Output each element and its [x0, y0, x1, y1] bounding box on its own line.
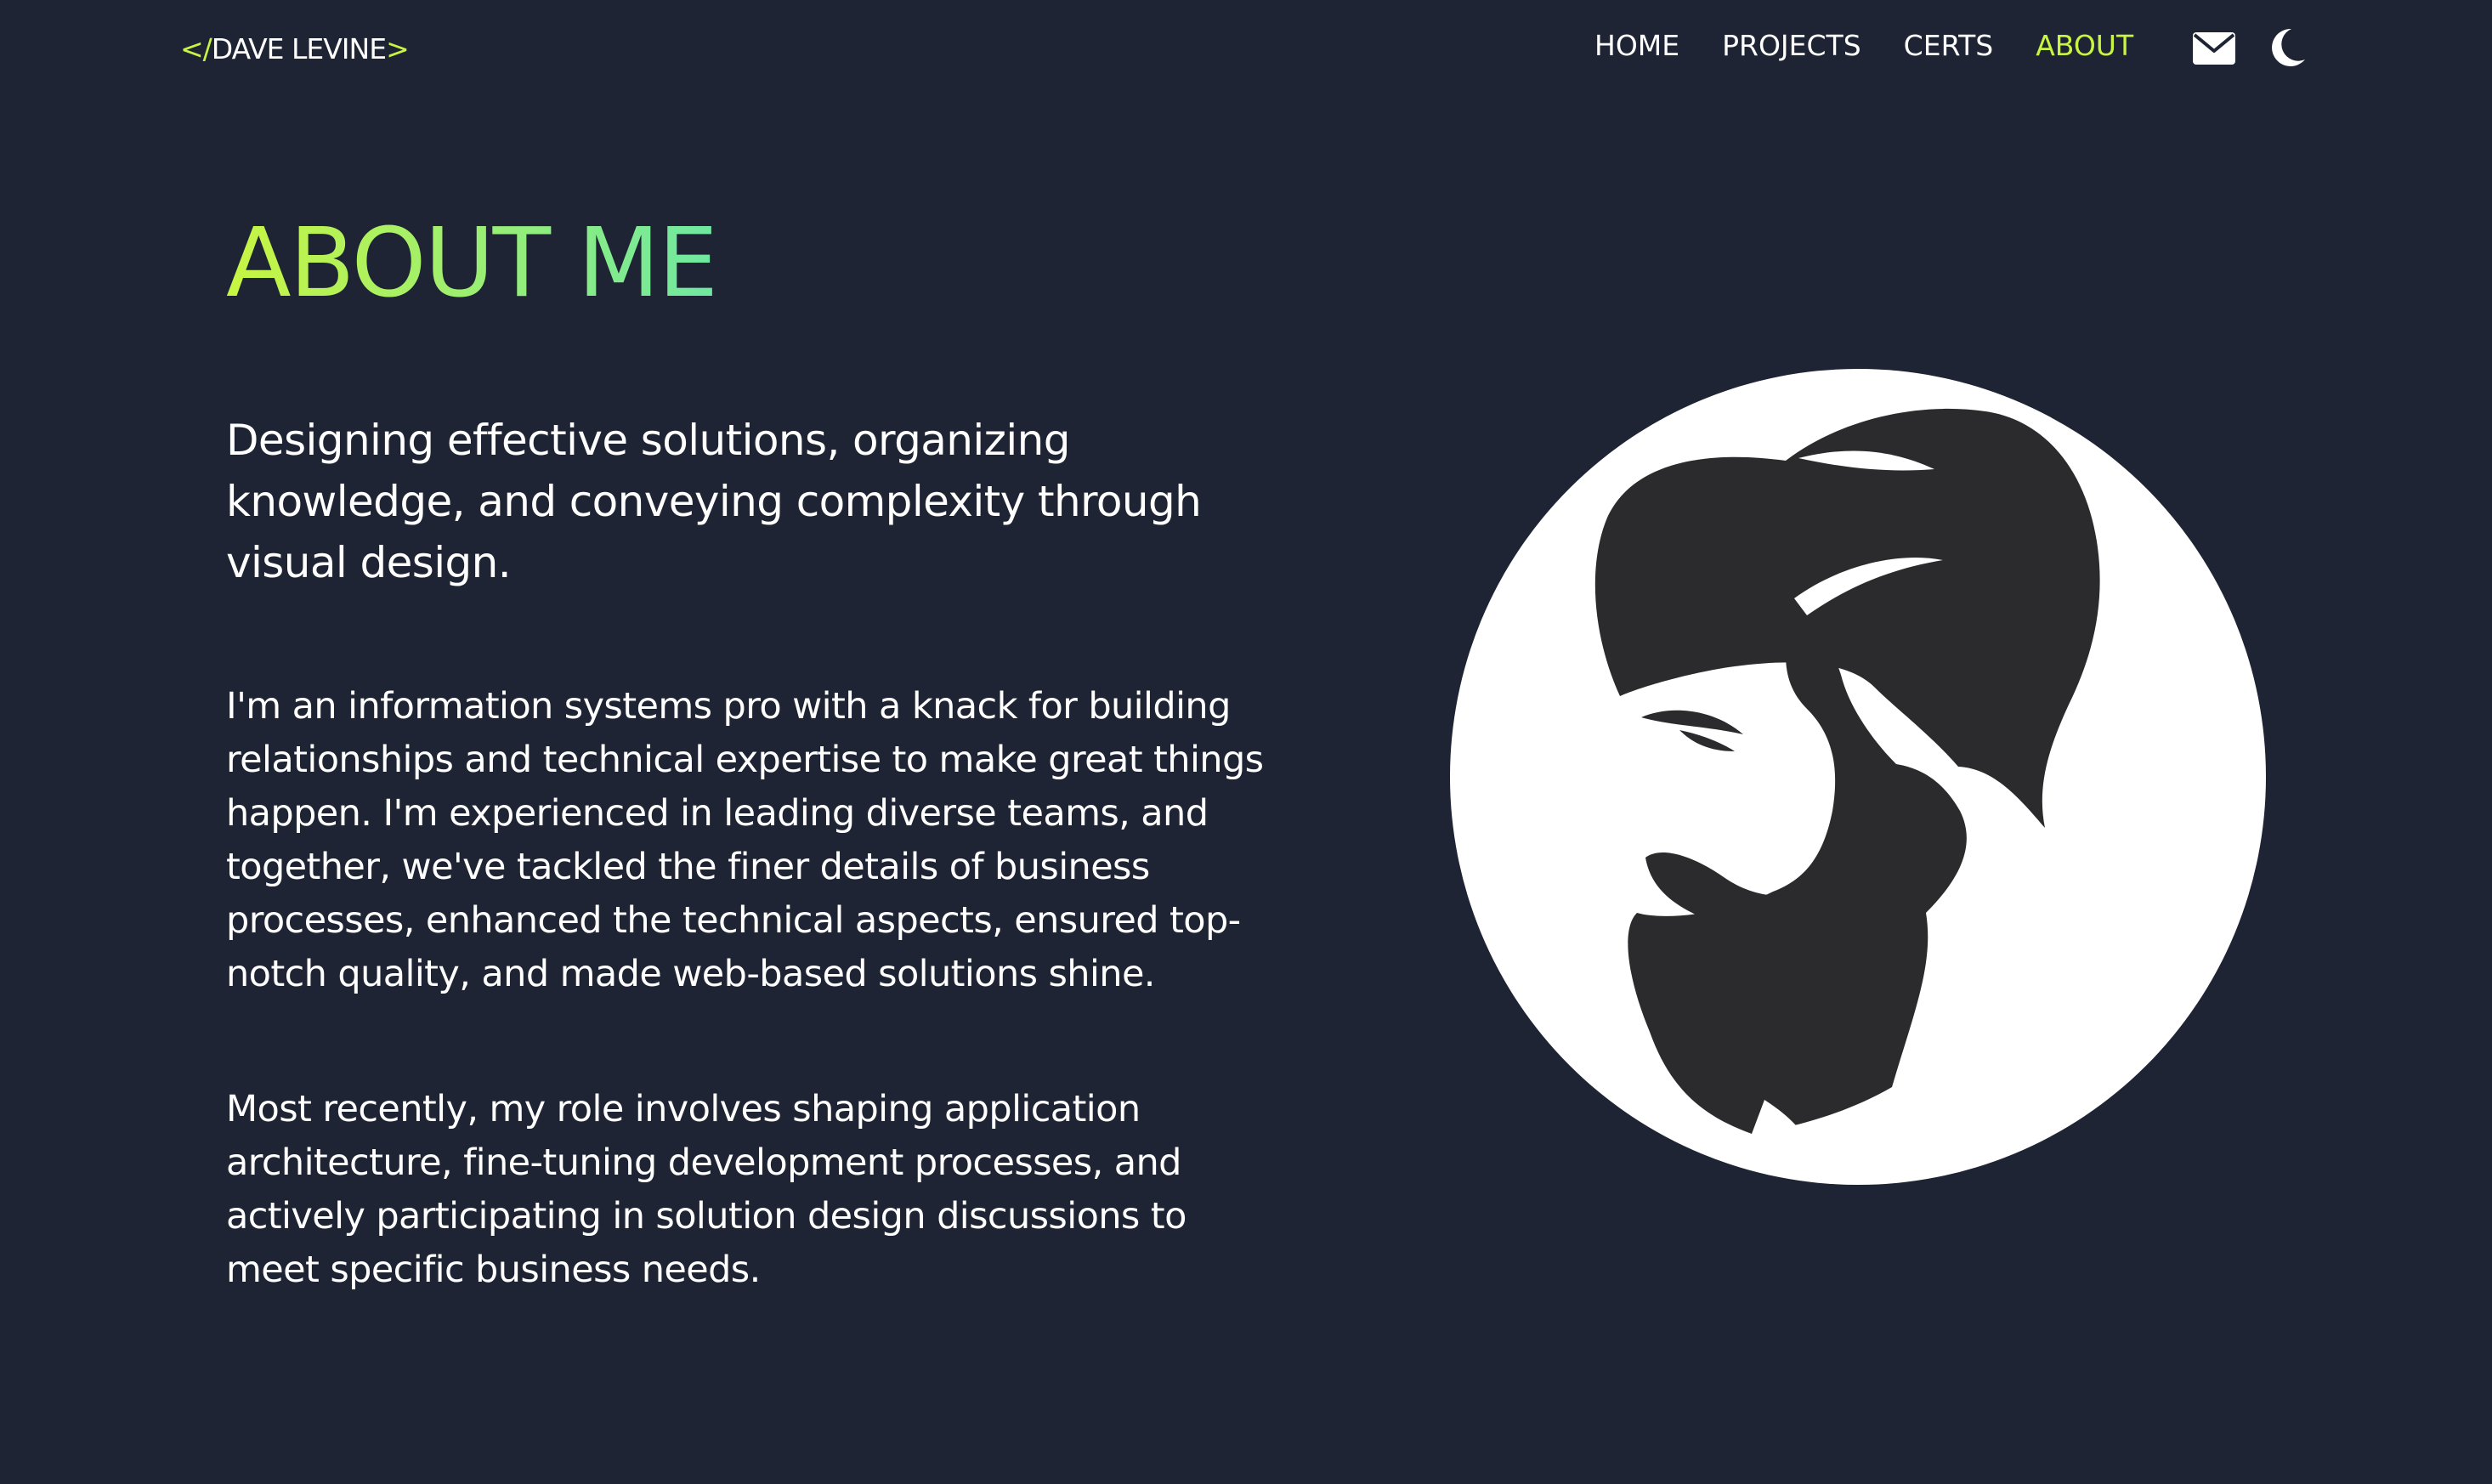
main-nav: HOME PROJECTS CERTS ABOUT [1594, 29, 2133, 62]
moon-icon[interactable] [2269, 27, 2307, 68]
site-header: </DAVE LEVINE> HOME PROJECTS CERTS ABOUT [0, 0, 2492, 102]
nav-about[interactable]: ABOUT [2036, 29, 2133, 62]
nav-certs[interactable]: CERTS [1904, 29, 1994, 62]
nav-projects[interactable]: PROJECTS [1722, 29, 1861, 62]
logo-close-bracket: > [386, 32, 410, 65]
bio-paragraph-1: I'm an information systems pro with a kn… [226, 685, 1264, 995]
logo-open-bracket: </ [180, 32, 212, 65]
nav-home[interactable]: HOME [1594, 29, 1679, 62]
site-logo[interactable]: </DAVE LEVINE> [180, 32, 410, 65]
page-title: ABOUT ME [226, 204, 718, 323]
bio-paragraph-2: Most recently, my role involves shaping … [226, 1088, 1187, 1291]
logo-name: DAVE LEVINE [211, 32, 387, 65]
lead-statement: Designing effective solutions, organizin… [226, 416, 1202, 587]
avatar-bearded-man-icon [1450, 369, 2266, 1185]
mail-icon[interactable] [2193, 32, 2235, 65]
